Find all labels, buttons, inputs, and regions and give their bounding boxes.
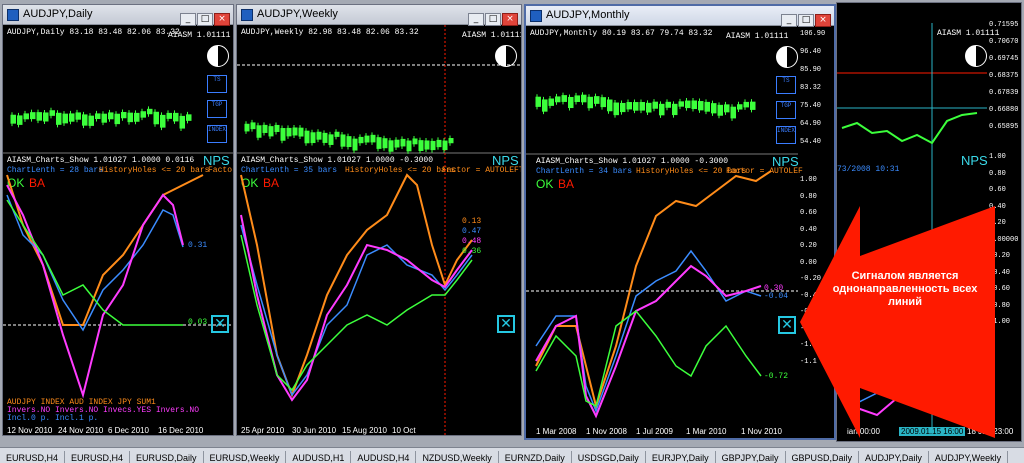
close-indicator-icon[interactable]: ✕ (497, 315, 515, 333)
y-axis-label: 85.90 (800, 66, 822, 74)
chart-window-monthly[interactable]: AUDJPY,Monthly _ □ × AUDJPY,Monthly 80.19 … (524, 4, 836, 440)
y-axis-label: 0.70670 (989, 38, 1019, 46)
arrow-annotation-text: Сигналом является однонаправленность все… (832, 270, 978, 308)
date-daily-4: 16 Dec 2010 (158, 426, 204, 435)
chart-tab[interactable]: USDSGD,Daily (572, 451, 646, 463)
chart-tab-bar: EURUSD,H4 EURUSD,H4 EURUSD,Daily EURUSD,Wee… (0, 447, 1024, 463)
chart-svg-monthly (526, 92, 798, 419)
value-label-weekly-3: 0.48 (462, 237, 482, 246)
value-label-daily-2: 0.03 (188, 318, 208, 327)
y-axis-label: 1.00 (800, 176, 817, 184)
chart-tab[interactable]: AUDUSD,H4 (351, 451, 417, 463)
value-label-weekly-2: 0.47 (462, 227, 482, 236)
chart-tab[interactable]: GBPUSD,Daily (786, 451, 860, 463)
y-axis-label: 0.67839 (989, 89, 1019, 97)
date-monthly-3: 1 Jul 2009 (636, 427, 673, 436)
y-axis-label: 0.80 (989, 169, 1006, 178)
chart-tab[interactable]: EURNZD,Daily (499, 451, 572, 463)
y-axis-label: 83.32 (800, 84, 822, 92)
date-monthly-1: 1 Mar 2008 (536, 427, 577, 436)
value-label-weekly-1: 0.13 (462, 217, 482, 226)
chart-tab[interactable]: EURUSD,H4 (0, 451, 66, 463)
window-titlebar-weekly[interactable]: AUDJPY,Weekly _ □ × (237, 5, 521, 26)
chart-tab[interactable]: EURUSD,Weekly (204, 451, 287, 463)
chart-window-weekly[interactable]: AUDJPY,Weekly _ □ × AUDJPY,Weekly 82.98 83… (236, 4, 522, 436)
y-axis-label: 0.71595 (989, 21, 1019, 29)
window-titlebar-monthly[interactable]: AUDJPY,Monthly _ □ × (526, 6, 834, 27)
date-weekly-1: 25 Apr 2010 (241, 426, 285, 435)
value-label-weekly-4: 0.36 (462, 247, 482, 256)
y-axis-label: 0.65895 (989, 123, 1019, 131)
chart-tab[interactable]: EURUSD,Daily (130, 451, 204, 463)
window-title-monthly: AUDJPY,Monthly (546, 9, 630, 21)
chart-tab[interactable]: EURJPY,Daily (646, 451, 716, 463)
signal-arrow (800, 206, 995, 438)
close-indicator-icon[interactable]: ✕ (211, 315, 229, 333)
chart-window-icon (241, 9, 253, 21)
close-indicator-icon[interactable]: ✕ (778, 316, 796, 334)
chart-svg-daily (3, 106, 233, 399)
date-weekly-3: 15 Aug 2010 (342, 426, 387, 435)
chart-tab[interactable]: NZDUSD,Weekly (416, 451, 499, 463)
window-titlebar-daily[interactable]: AUDJPY,Daily _ □ × (3, 5, 233, 26)
date-daily-3: 6 Dec 2010 (108, 426, 149, 435)
y-axis-label: 0.60 (989, 186, 1006, 194)
date-daily-1: 12 Nov 2010 (7, 426, 53, 435)
value-label-daily-1: 0.31 (188, 241, 208, 250)
value-label-monthly-4: -0.72 (764, 372, 789, 381)
y-axis-label: 75.40 (800, 102, 822, 110)
date-monthly-2: 1 Nov 2008 (586, 427, 627, 436)
y-axis-label: 0.69745 (989, 55, 1019, 63)
chart-tab[interactable]: AUDUSD,H1 (286, 451, 352, 463)
y-axis-label: 106.90 (800, 30, 826, 38)
date-monthly-4: 1 Mar 2010 (686, 427, 727, 436)
chart-window-daily[interactable]: AUDJPY,Daily _ □ × AUDJPY,Daily 83.18 83.4… (2, 4, 234, 436)
chart-tab[interactable]: AUDJPY,Daily (859, 451, 929, 463)
y-axis-label: 0.66880 (989, 106, 1019, 114)
window-title-daily: AUDJPY,Daily (23, 8, 93, 20)
value-label-monthly-2: -0.04 (764, 292, 789, 301)
chart-tab[interactable]: AUDJPY,Weekly (929, 451, 1009, 463)
chart-tab[interactable]: EURUSD,H4 (65, 451, 131, 463)
y-axis-label: 0.68375 (989, 72, 1019, 80)
y-axis-label: 96.40 (800, 48, 822, 56)
y-axis-label: 0.80 (800, 192, 817, 201)
y-axis-label: 64.90 (800, 120, 822, 128)
y-axis-label: 1.00 (989, 153, 1006, 161)
legend-line3: Incl.0 p. Incl.1 p. (7, 414, 99, 423)
date-monthly-5: 1 Nov 2010 (741, 427, 782, 436)
window-title-weekly: AUDJPY,Weekly (257, 8, 338, 20)
chart-window-icon (530, 10, 542, 22)
date-weekly-4: 10 Oct (392, 426, 416, 435)
y-axis-label: 54.40 (800, 138, 822, 146)
chart-window-icon (7, 9, 19, 21)
date-weekly-2: 30 Jun 2010 (292, 426, 337, 435)
date-daily-2: 24 Nov 2010 (58, 426, 104, 435)
chart-tab[interactable]: GBPJPY,Daily (716, 451, 786, 463)
